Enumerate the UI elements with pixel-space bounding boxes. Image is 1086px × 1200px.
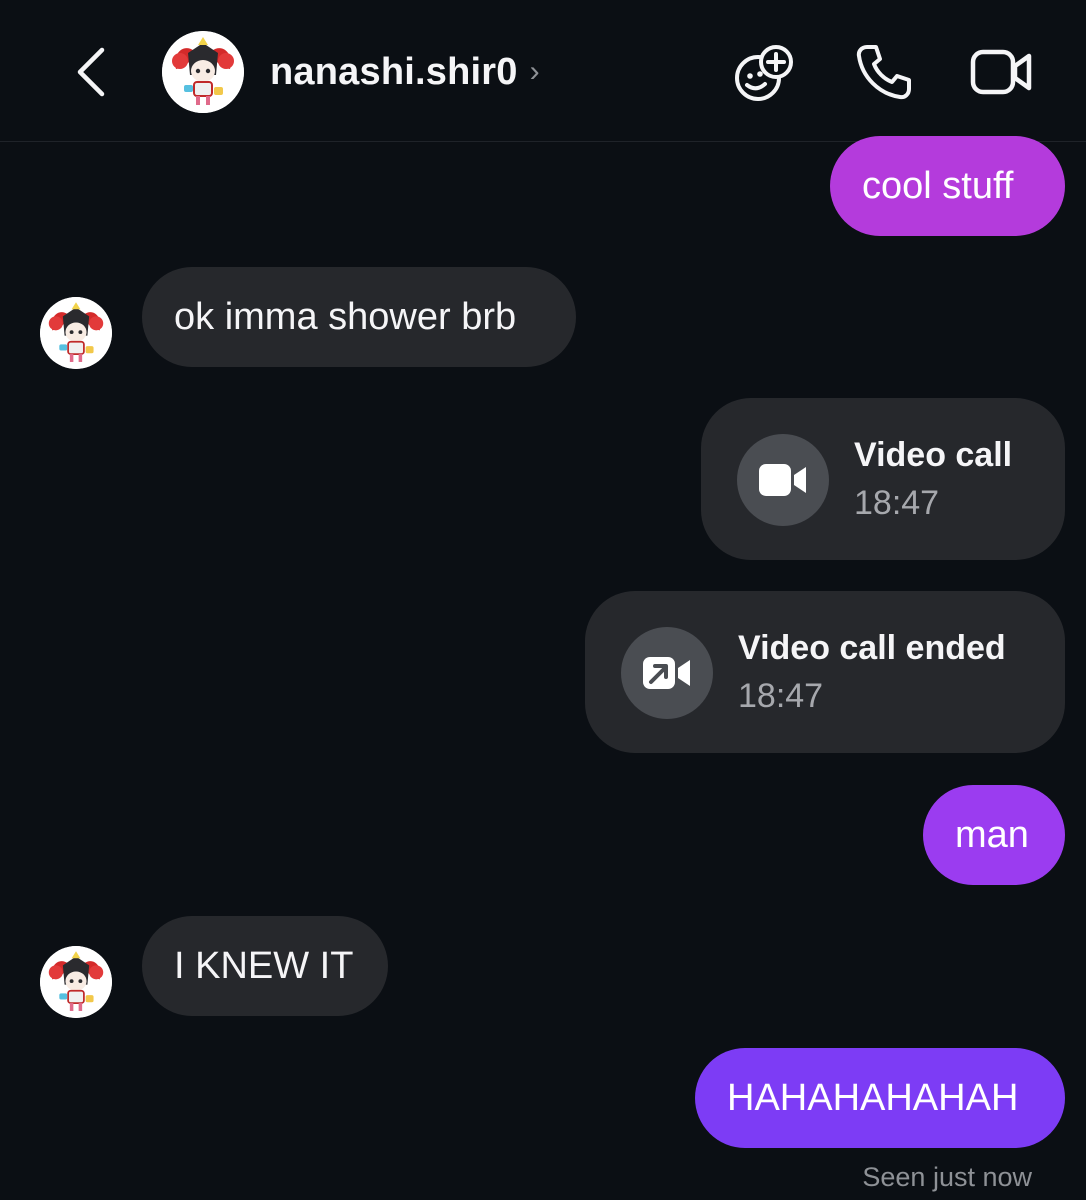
effects-button[interactable] [730,40,798,104]
seen-status: Seen just now [862,1162,1032,1192]
sender-avatar[interactable] [40,297,112,369]
back-button[interactable] [66,40,116,104]
username-link[interactable]: nanashi.shir0 › [270,46,540,98]
video-camera-icon [759,464,806,496]
voice-call-button[interactable] [850,40,918,104]
outgoing-message[interactable]: man [923,785,1065,885]
effects-icon [735,45,793,101]
back-chevron-icon [77,47,105,97]
header-avatar[interactable] [162,31,244,113]
call-icon-circle [737,434,829,526]
chat-header: nanashi.shir0 › [0,0,1086,142]
call-title: Video call [854,436,1013,474]
message-text: man [955,814,1029,856]
message-text: I KNEW IT [174,945,354,987]
chevron-right-icon: › [529,55,540,88]
sender-avatar[interactable] [40,946,112,1018]
call-icon-circle [621,627,713,719]
call-time: 18:47 [854,484,940,522]
incoming-message[interactable]: ok imma shower brb [142,267,576,367]
video-camera-icon [970,49,1032,95]
message-text: cool stuff [862,165,1014,207]
video-call-ended-card[interactable]: Video call ended 18:47 [585,591,1065,753]
message-text: HAHAHAHAHAH [727,1077,1019,1119]
avatar-illustration [40,946,112,1018]
incoming-message[interactable]: I KNEW IT [142,916,388,1016]
phone-icon [856,45,911,100]
call-title: Video call ended [738,629,1006,667]
message-text: ok imma shower brb [174,296,517,338]
avatar-illustration [162,31,244,113]
avatar-illustration [40,297,112,369]
outgoing-message[interactable]: HAHAHAHAHAH [695,1048,1065,1148]
call-time: 18:47 [738,677,824,715]
video-call-button[interactable] [968,40,1036,104]
outgoing-message[interactable]: cool stuff [830,136,1065,236]
video-call-ended-icon [643,657,690,689]
username: nanashi.shir0 [270,50,518,93]
chat-screen: nanashi.shir0 › cool stuff ok imma showe… [0,0,1086,1200]
video-call-card[interactable]: Video call 18:47 [701,398,1065,560]
